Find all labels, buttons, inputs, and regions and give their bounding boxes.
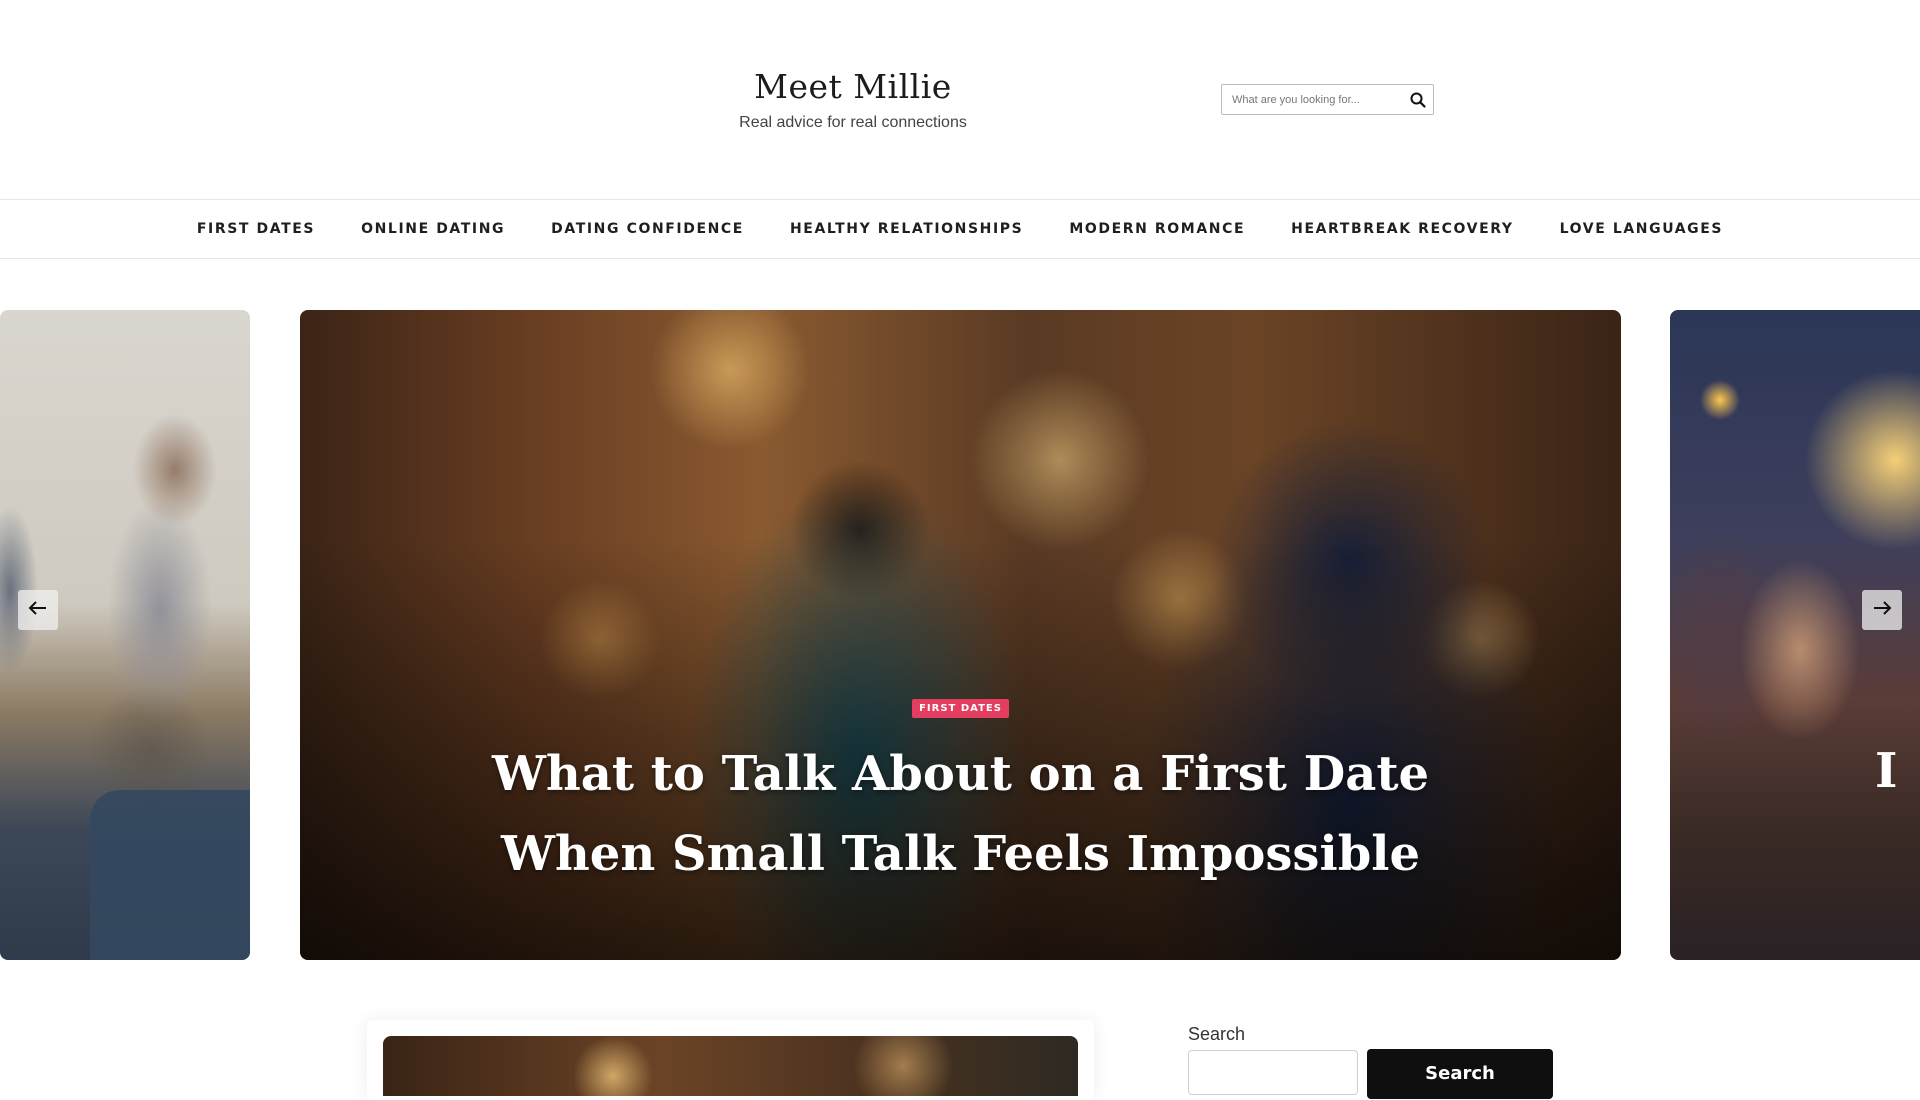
- nav-item-love-languages[interactable]: LOVE LANGUAGES: [1560, 221, 1724, 237]
- slide-previous[interactable]: [0, 310, 250, 960]
- slide-active[interactable]: FIRST DATES What to Talk About on a Firs…: [300, 310, 1621, 960]
- nav-item-online-dating[interactable]: ONLINE DATING: [361, 221, 505, 237]
- header-search-input[interactable]: [1222, 85, 1402, 114]
- main-nav: FIRST DATES ONLINE DATING DATING CONFIDE…: [0, 199, 1920, 259]
- search-icon[interactable]: [1409, 91, 1427, 109]
- sidebar-search-button[interactable]: Search: [1367, 1049, 1553, 1099]
- featured-slider: FIRST DATES What to Talk About on a Firs…: [0, 310, 1920, 960]
- sidebar-search-input[interactable]: [1188, 1050, 1358, 1095]
- nav-item-heartbreak-recovery[interactable]: HEARTBREAK RECOVERY: [1291, 221, 1513, 237]
- header-search-box: [1221, 84, 1434, 115]
- nav-item-modern-romance[interactable]: MODERN ROMANCE: [1069, 221, 1245, 237]
- site-header: Meet Millie Real advice for real connect…: [0, 0, 1920, 199]
- slide-title[interactable]: What to Talk About on a First Date When …: [461, 734, 1461, 894]
- post-card[interactable]: [367, 1020, 1094, 1100]
- site-title[interactable]: Meet Millie: [653, 62, 1053, 112]
- post-card-image[interactable]: [383, 1036, 1078, 1096]
- slide-content: FIRST DATES What to Talk About on a Firs…: [300, 698, 1621, 894]
- slide-next[interactable]: I: [1670, 310, 1920, 960]
- sidebar: Search Search: [1188, 1020, 1558, 1099]
- brand: Meet Millie Real advice for real connect…: [653, 62, 1053, 134]
- arrow-left-icon: [28, 600, 48, 620]
- arrow-right-icon: [1872, 600, 1892, 620]
- nav-item-first-dates[interactable]: FIRST DATES: [197, 221, 315, 237]
- site-tagline: Real advice for real connections: [739, 114, 967, 131]
- slider-next-button[interactable]: [1862, 590, 1902, 630]
- sidebar-search-label: Search: [1188, 1024, 1246, 1044]
- category-badge[interactable]: FIRST DATES: [912, 699, 1009, 718]
- slide-next-title: I: [1875, 743, 1898, 799]
- nav-item-dating-confidence[interactable]: DATING CONFIDENCE: [551, 221, 744, 237]
- slider-prev-button[interactable]: [18, 590, 58, 630]
- nav-item-healthy-relationships[interactable]: HEALTHY RELATIONSHIPS: [790, 221, 1023, 237]
